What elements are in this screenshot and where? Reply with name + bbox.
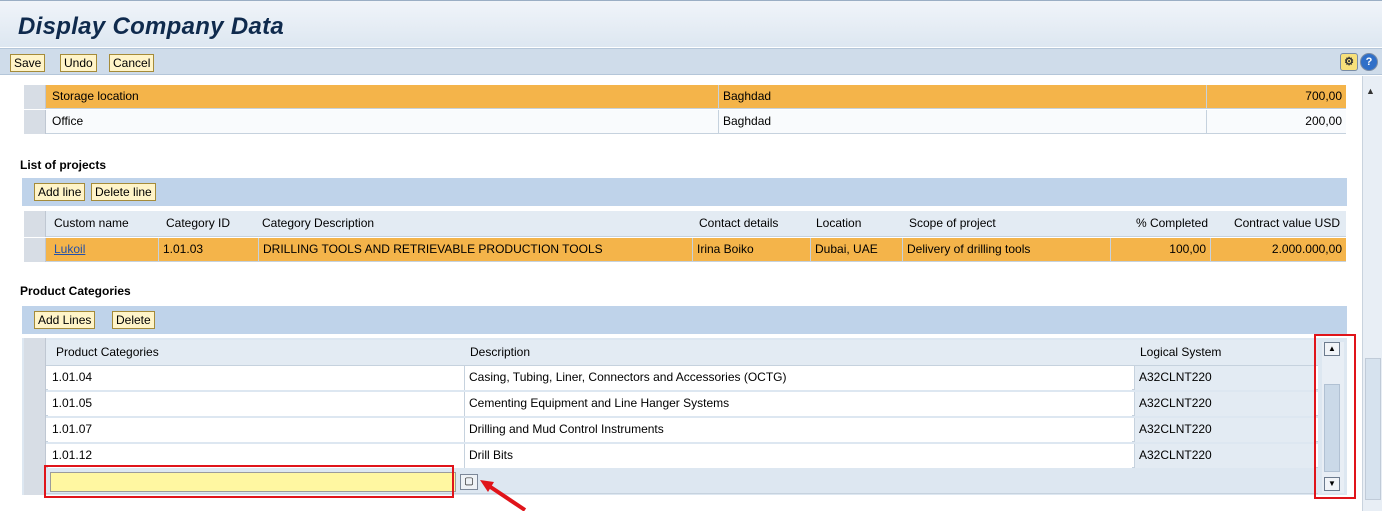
help-icon[interactable]: ? xyxy=(1360,53,1378,71)
page-scrollbar[interactable]: ▲ xyxy=(1362,76,1382,511)
product-description: Drilling and Mud Control Instruments xyxy=(464,418,1132,442)
add-line-button[interactable]: Add line xyxy=(34,183,86,201)
delete-button[interactable]: Delete xyxy=(112,311,155,329)
table-row[interactable]: Storage location Baghdad 700,00 xyxy=(24,85,1346,109)
row-selector-column[interactable] xyxy=(24,338,46,495)
product-logical-system: A32CLNT220 xyxy=(1134,392,1316,416)
personalize-icon[interactable]: ⚙ xyxy=(1340,53,1358,71)
products-header: Product Categories Description Logical S… xyxy=(46,340,1318,366)
col-scope[interactable]: Scope of project xyxy=(905,211,1105,237)
col-category-id[interactable]: Category ID xyxy=(162,211,258,237)
col-location[interactable]: Location xyxy=(812,211,902,237)
add-lines-button[interactable]: Add Lines xyxy=(34,311,96,329)
project-category-description: DRILLING TOOLS AND RETRIEVABLE PRODUCTIO… xyxy=(258,238,692,262)
select-all[interactable] xyxy=(24,211,46,237)
projects-header: Custom name Category ID Category Descrip… xyxy=(24,211,1346,237)
location-type: Office xyxy=(52,114,84,128)
product-description: Cementing Equipment and Line Hanger Syst… xyxy=(464,392,1132,416)
project-contact: Irina Boiko xyxy=(692,238,810,262)
scroll-down-button[interactable]: ▼ xyxy=(1324,477,1340,491)
col-description[interactable]: Description xyxy=(466,340,1066,366)
products-toolbar: Add Lines Delete xyxy=(22,306,1347,334)
table-row[interactable]: 1.01.07 Drilling and Mud Control Instrum… xyxy=(46,418,1318,442)
product-category[interactable]: 1.01.04 xyxy=(48,366,464,390)
product-logical-system: A32CLNT220 xyxy=(1134,366,1316,390)
table-row[interactable]: 1.01.04 Casing, Tubing, Liner, Connector… xyxy=(46,366,1318,390)
col-category-description[interactable]: Category Description xyxy=(258,211,688,237)
row-selector[interactable] xyxy=(24,85,46,109)
project-name-link[interactable]: Lukoil xyxy=(50,238,158,262)
location-city: Baghdad xyxy=(718,110,1202,134)
product-logical-system: A32CLNT220 xyxy=(1134,444,1316,468)
location-city: Baghdad xyxy=(718,85,1202,109)
col-product-categories[interactable]: Product Categories xyxy=(52,340,452,366)
row-selector[interactable] xyxy=(24,110,46,134)
project-category-id: 1.01.03 xyxy=(158,238,258,262)
col-custom-name[interactable]: Custom name xyxy=(50,211,158,237)
value-help-icon[interactable]: ▢ xyxy=(460,474,478,490)
projects-toolbar: Add line Delete line xyxy=(22,178,1347,206)
location-value: 200,00 xyxy=(1206,110,1346,134)
product-category[interactable]: 1.01.07 xyxy=(48,418,464,442)
scroll-up-button[interactable]: ▲ xyxy=(1324,342,1340,356)
project-completed: 100,00 xyxy=(1110,238,1210,262)
delete-line-button[interactable]: Delete line xyxy=(91,183,156,201)
project-location: Dubai, UAE xyxy=(810,238,902,262)
save-button[interactable]: Save xyxy=(10,54,46,72)
project-name[interactable]: Lukoil xyxy=(54,242,85,256)
annotation-box-input xyxy=(44,465,454,498)
title-bar: Display Company Data xyxy=(0,0,1382,47)
col-contact-details[interactable]: Contact details xyxy=(695,211,805,237)
product-description: Casing, Tubing, Liner, Connectors and Ac… xyxy=(464,366,1132,390)
projects-title: List of projects xyxy=(20,158,107,172)
table-row[interactable]: 1.01.05 Cementing Equipment and Line Han… xyxy=(46,392,1318,416)
project-scope: Delivery of drilling tools xyxy=(902,238,1110,262)
project-contract-value: 2.000.000,00 xyxy=(1210,238,1346,262)
cancel-button[interactable]: Cancel xyxy=(109,54,155,72)
product-logical-system: A32CLNT220 xyxy=(1134,418,1316,442)
scroll-thumb[interactable] xyxy=(1365,358,1381,500)
toolbar: Save Undo Cancel ⚙ ? xyxy=(0,48,1382,75)
undo-button[interactable]: Undo xyxy=(60,54,97,72)
row-selector[interactable] xyxy=(24,238,46,262)
annotation-arrow xyxy=(480,480,527,511)
location-type: Storage location xyxy=(52,89,139,103)
scroll-up-icon[interactable]: ▲ xyxy=(1366,86,1375,96)
page-title: Display Company Data xyxy=(18,13,285,40)
product-description: Drill Bits xyxy=(464,444,1132,468)
col-contract-value[interactable]: Contract value USD xyxy=(1210,211,1344,237)
col-logical-system[interactable]: Logical System xyxy=(1136,340,1296,366)
col-completed[interactable]: % Completed xyxy=(1114,211,1212,237)
products-title: Product Categories xyxy=(20,284,131,298)
scroll-track[interactable] xyxy=(1324,384,1340,472)
product-category[interactable]: 1.01.05 xyxy=(48,392,464,416)
table-row[interactable]: Lukoil 1.01.03 DRILLING TOOLS AND RETRIE… xyxy=(24,238,1346,262)
location-value: 700,00 xyxy=(1206,85,1346,109)
products-scrollbar[interactable]: ▲ ▼ xyxy=(1322,342,1344,493)
table-row[interactable]: Office Baghdad 200,00 xyxy=(24,110,1346,134)
